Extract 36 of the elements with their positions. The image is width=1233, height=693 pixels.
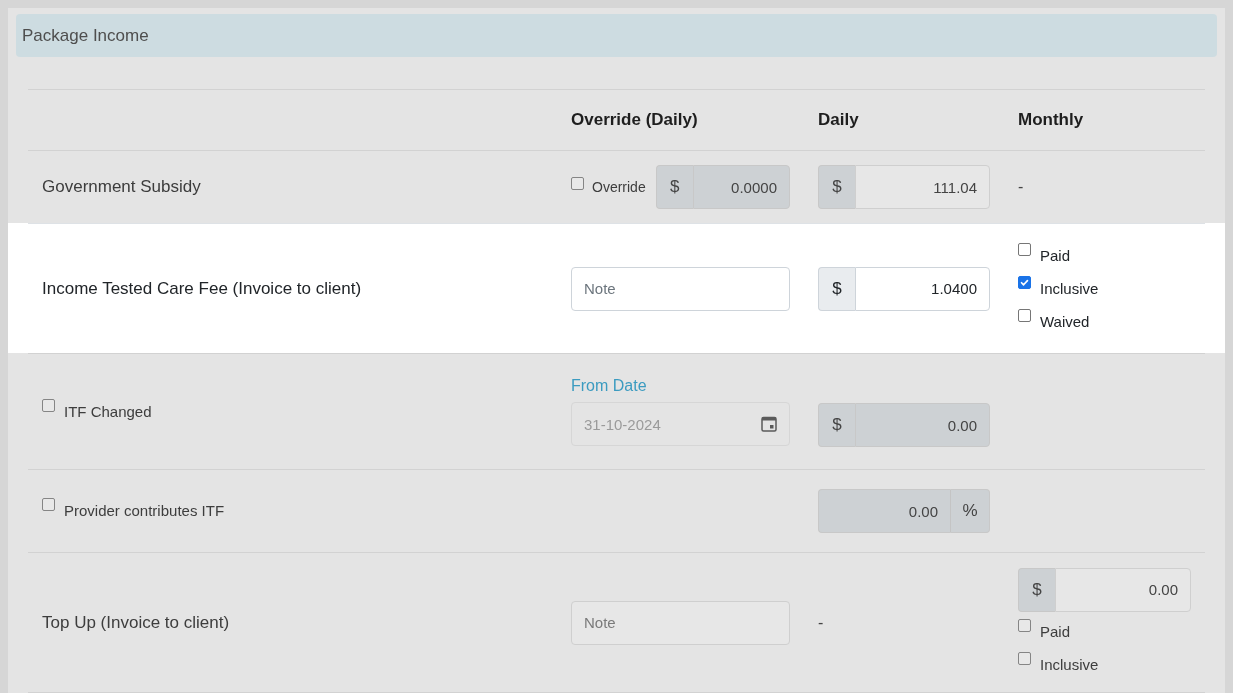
- unit-label: %: [950, 489, 990, 533]
- checkbox[interactable]: [42, 398, 55, 412]
- unit-label: $: [818, 266, 855, 311]
- section-header: Package Income: [16, 14, 1217, 57]
- checkbox-label: Paid: [1040, 245, 1071, 266]
- date-caption: From Date: [571, 377, 647, 395]
- checkbox-label: ITF Changed: [64, 401, 152, 422]
- checkbox-label: Override: [592, 178, 646, 197]
- unit-label: $: [655, 165, 693, 209]
- note-field[interactable]: Note: [571, 266, 790, 311]
- checkbox[interactable]: [1018, 308, 1031, 322]
- column-header: Daily: [818, 110, 859, 130]
- unit-label: $: [1018, 567, 1055, 612]
- amount-field[interactable]: 1.0400: [855, 266, 990, 311]
- row-label: Income Tested Care Fee (Invoice to client): [42, 278, 362, 299]
- unit-label: $: [818, 403, 855, 447]
- amount-field[interactable]: 111.04: [855, 165, 990, 209]
- checkbox[interactable]: [42, 498, 55, 511]
- checkbox[interactable]: [1018, 651, 1031, 665]
- checkbox-label: Inclusive: [1040, 654, 1099, 675]
- checkbox-label: Paid: [1040, 621, 1071, 642]
- checkbox-label: Provider contributes ITF: [64, 501, 225, 521]
- unit-label: $: [818, 165, 855, 209]
- column-header: Monthly: [1018, 110, 1084, 130]
- checkbox[interactable]: [1018, 275, 1031, 289]
- checkbox-label: Inclusive: [1040, 278, 1099, 299]
- amount-field[interactable]: 0.00: [1055, 567, 1191, 612]
- note-field[interactable]: Note: [571, 600, 790, 645]
- empty-value: -: [1018, 178, 1024, 196]
- column-header: Override (Daily): [571, 110, 698, 130]
- row-label: Top Up (Invoice to client): [42, 612, 230, 633]
- checkbox[interactable]: [1018, 618, 1031, 632]
- checkbox-label: Waived: [1040, 311, 1090, 332]
- checkbox[interactable]: [1018, 242, 1031, 256]
- row-label: Government Subsidy: [42, 177, 201, 197]
- empty-value: -: [818, 613, 824, 632]
